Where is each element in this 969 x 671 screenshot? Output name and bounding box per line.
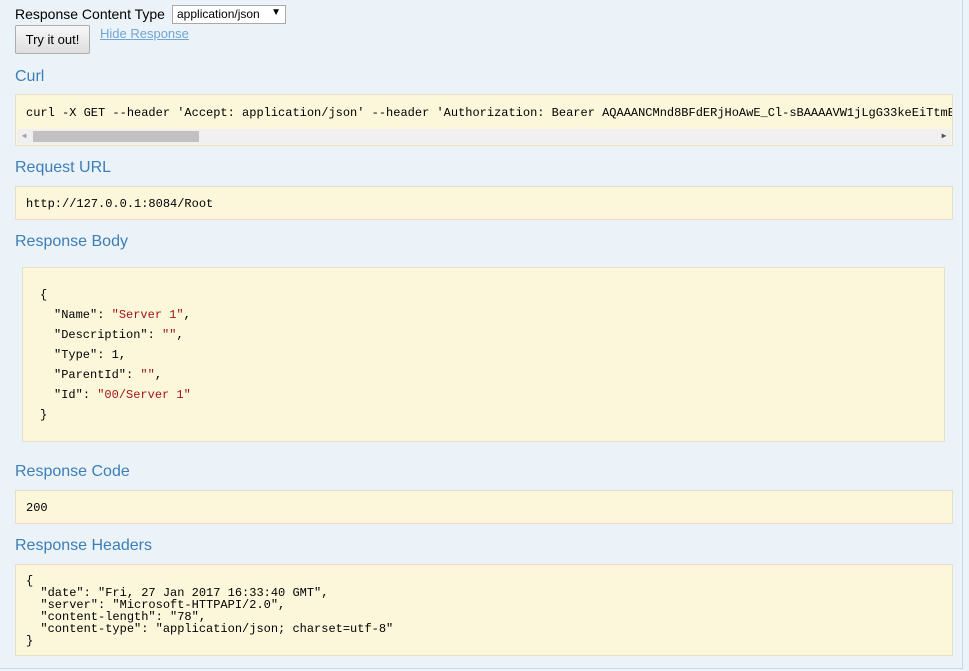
content-type-selected: application/json [177, 7, 260, 21]
hide-response-link[interactable]: Hide Response [100, 26, 189, 41]
json-separator: : [97, 348, 112, 362]
scroll-right-arrow-icon[interactable]: ▶ [937, 129, 951, 144]
json-separator: : [126, 368, 141, 382]
json-value: "Server 1" [111, 308, 184, 322]
json-key: "ParentId" [54, 368, 127, 382]
response-body-box: { "Name": "Server 1", "Description": "", "… [22, 267, 945, 442]
json-punct: , [183, 308, 191, 322]
request-url-value: http://127.0.0.1:8084/Root [26, 197, 214, 211]
json-close-brace: } [40, 408, 48, 422]
json-open-brace: { [40, 288, 48, 302]
content-type-select[interactable]: application/json ▼ [172, 5, 286, 24]
response-body-heading: Response Body [15, 233, 128, 250]
curl-heading: Curl [15, 68, 45, 85]
json-line: "Description": "", [54, 328, 184, 342]
json-key: "Description" [54, 328, 148, 342]
json-separator: : [82, 388, 98, 402]
json-punct: , [118, 348, 127, 362]
json-line: "Type": 1, [54, 348, 126, 362]
json-key: "Name" [54, 308, 98, 322]
curl-horizontal-scrollbar[interactable]: ◀ ▶ [17, 129, 951, 144]
headers-close-brace: } [26, 634, 34, 648]
json-value: "00/Server 1" [97, 388, 191, 402]
json-key: "Type" [54, 348, 98, 362]
json-value: "" [162, 328, 177, 342]
request-url-box: http://127.0.0.1:8084/Root [15, 186, 953, 220]
json-separator: : [147, 328, 163, 342]
response-headers-heading: Response Headers [15, 537, 152, 554]
json-value: "" [140, 368, 155, 382]
content-type-label: Response Content Type [15, 6, 165, 22]
json-line: "Name": "Server 1", [54, 308, 191, 322]
curl-box: curl -X GET --header 'Accept: applicatio… [15, 94, 953, 146]
curl-command: curl -X GET --header 'Accept: applicatio… [26, 106, 952, 120]
json-value: 1 [111, 348, 119, 362]
scroll-left-arrow-icon[interactable]: ◀ [17, 129, 31, 144]
json-line: "ParentId": "", [54, 368, 162, 382]
response-code-heading: Response Code [15, 463, 130, 480]
json-punct: , [154, 368, 163, 382]
request-url-heading: Request URL [15, 159, 112, 176]
json-punct: , [176, 328, 184, 342]
scroll-thumb[interactable] [33, 131, 199, 142]
response-code-value: 200 [26, 501, 48, 515]
dropdown-arrow-icon: ▼ [271, 7, 281, 18]
json-key: "Id" [54, 388, 83, 402]
response-panel: Response Content Type application/json ▼… [0, 0, 963, 669]
json-line: "Id": "00/Server 1" [54, 388, 191, 402]
response-headers-box: { "date": "Fri, 27 Jan 2017 16:33:40 GMT… [15, 564, 953, 656]
header-line: "content-type": "application/json; chars… [26, 622, 394, 636]
json-separator: : [97, 308, 112, 322]
response-code-box: 200 [15, 490, 953, 524]
try-it-out-button[interactable]: Try it out! [15, 25, 90, 54]
